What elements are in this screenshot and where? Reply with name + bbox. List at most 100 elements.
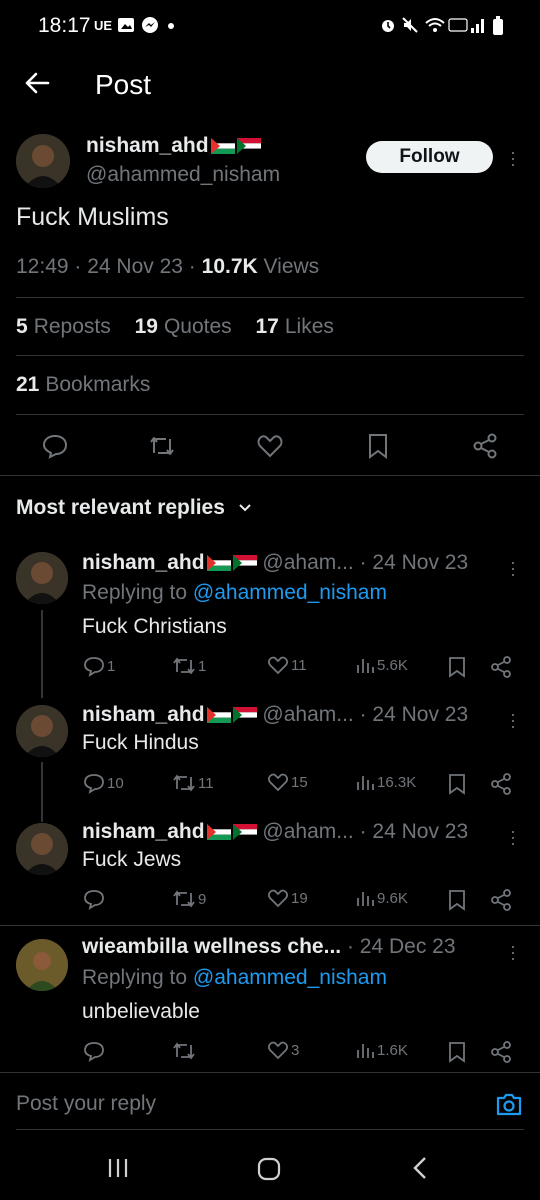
- quotes-stat[interactable]: 19 Quotes: [135, 315, 232, 338]
- share-icon[interactable]: [490, 773, 512, 795]
- back-arrow-icon[interactable]: [22, 68, 52, 98]
- divider: [16, 1129, 524, 1130]
- like-icon: [268, 889, 288, 908]
- replying-to-link[interactable]: @ahammed_nisham: [193, 966, 387, 989]
- more-options-icon[interactable]: · · ·: [508, 553, 518, 583]
- reply-icon: [84, 657, 104, 677]
- reply-header: nisham_ahd @aham... · 24 Nov 23: [82, 703, 469, 726]
- replying-to: Replying to @ahammed_nisham: [82, 966, 387, 989]
- reply-handle: @aham...: [262, 820, 354, 843]
- repost-icon[interactable]: [148, 433, 176, 459]
- like-icon: [268, 773, 288, 792]
- reply-text: unbelievable: [82, 1000, 200, 1023]
- status-bar: 18:17 UE: [0, 0, 540, 52]
- bookmark-icon[interactable]: [448, 656, 466, 678]
- reply-header: nisham_ahd @aham... · 24 Nov 23: [82, 551, 469, 574]
- page-title: Post: [95, 69, 152, 100]
- bookmark-icon[interactable]: [448, 1041, 466, 1063]
- reply-comment-action[interactable]: [83, 1040, 107, 1062]
- repost-icon: [173, 657, 195, 675]
- volte-icon: [448, 18, 468, 32]
- reply-comment-action[interactable]: 1: [83, 655, 115, 677]
- reply-repost-action[interactable]: [172, 1040, 198, 1062]
- share-icon[interactable]: [490, 1041, 512, 1063]
- status-time: 18:17: [38, 14, 91, 37]
- reply-views-action[interactable]: 5.6K: [355, 655, 408, 675]
- reposts-stat[interactable]: 5 Reposts: [16, 315, 111, 338]
- views-icon: [357, 1044, 374, 1058]
- reply-text: Fuck Hindus: [82, 731, 199, 754]
- more-options-icon[interactable]: · · ·: [508, 822, 518, 852]
- bookmark-icon[interactable]: [448, 889, 466, 911]
- reply-text: Fuck Christians: [82, 615, 227, 638]
- reply-views-action[interactable]: 1.6K: [355, 1040, 408, 1060]
- home-icon[interactable]: [257, 1157, 281, 1181]
- follow-button[interactable]: Follow: [366, 141, 493, 173]
- reply-author-name[interactable]: nisham_ahd: [82, 703, 205, 726]
- palestine-flag-icon: [206, 555, 231, 572]
- reply-header: nisham_ahd @aham... · 24 Nov 23: [82, 820, 469, 843]
- like-icon[interactable]: [257, 434, 283, 458]
- reply-author-name[interactable]: nisham_ahd: [82, 551, 205, 574]
- like-icon: [268, 656, 288, 675]
- avatar[interactable]: [16, 552, 68, 604]
- divider: [0, 1072, 540, 1073]
- post-date: 24 Nov 23: [87, 255, 183, 278]
- share-icon[interactable]: [472, 433, 498, 459]
- divider: [0, 475, 540, 476]
- reply-repost-action[interactable]: 9: [172, 888, 206, 910]
- repost-icon: [173, 774, 195, 792]
- avatar[interactable]: [16, 939, 68, 991]
- author-name-row[interactable]: nisham_ahd: [86, 134, 261, 158]
- chevron-down-icon: [239, 504, 251, 512]
- palestine-flag-icon: [210, 138, 235, 155]
- back-nav-icon[interactable]: [410, 1156, 430, 1180]
- reply-input[interactable]: Post your reply: [16, 1092, 156, 1116]
- views-icon: [357, 659, 374, 673]
- recent-apps-icon[interactable]: [107, 1157, 129, 1179]
- reply-icon[interactable]: [42, 433, 68, 459]
- author-handle[interactable]: @ahammed_nisham: [86, 163, 280, 187]
- reply-icon: [84, 1042, 104, 1062]
- views-icon: [357, 892, 374, 906]
- reply-comment-action[interactable]: 10: [83, 772, 124, 794]
- reply-date: 24 Nov 23: [372, 703, 469, 726]
- reply-repost-action[interactable]: 1: [172, 655, 206, 677]
- more-options-icon[interactable]: · · ·: [508, 937, 518, 967]
- bookmarks-stat[interactable]: 21 Bookmarks: [16, 373, 150, 397]
- bookmark-icon[interactable]: [448, 773, 466, 795]
- bookmark-icon[interactable]: [367, 433, 389, 459]
- replying-to: Replying to @ahammed_nisham: [82, 581, 387, 604]
- palestine-flag-icon: [206, 707, 231, 724]
- more-options-icon[interactable]: · · ·: [508, 705, 518, 735]
- reply-date: 24 Nov 23: [372, 820, 469, 843]
- reply-like-action[interactable]: 19: [267, 888, 308, 908]
- avatar[interactable]: [16, 134, 70, 188]
- likes-stat[interactable]: 17 Likes: [256, 315, 334, 338]
- reply-views-action[interactable]: 9.6K: [355, 888, 408, 908]
- palestine-flag-icon: [206, 824, 231, 841]
- reply-author-name[interactable]: wieambilla wellness che...: [82, 935, 341, 958]
- avatar[interactable]: [16, 705, 68, 757]
- replying-to-link[interactable]: @ahammed_nisham: [193, 581, 387, 604]
- views-label: Views: [263, 255, 320, 278]
- battery-icon: [493, 16, 503, 35]
- reply-like-action[interactable]: 3: [267, 1040, 299, 1060]
- reply-handle: @aham...: [262, 551, 354, 574]
- more-options-icon[interactable]: · · ·: [508, 143, 518, 173]
- share-icon[interactable]: [490, 889, 512, 911]
- reply-like-action[interactable]: 15: [267, 772, 308, 792]
- camera-icon[interactable]: [495, 1091, 523, 1117]
- author-name: nisham_ahd: [86, 134, 209, 157]
- reply-comment-action[interactable]: [83, 888, 107, 910]
- reply-views-action[interactable]: 16.3K: [355, 772, 416, 792]
- alarm-icon: [382, 20, 394, 32]
- share-icon[interactable]: [490, 656, 512, 678]
- replies-sort-label: Most relevant replies: [16, 496, 225, 519]
- app-bar: Post: [0, 56, 540, 114]
- avatar[interactable]: [16, 823, 68, 875]
- reply-repost-action[interactable]: 11: [172, 772, 214, 794]
- reply-like-action[interactable]: 11: [267, 655, 307, 675]
- reply-author-name[interactable]: nisham_ahd: [82, 820, 205, 843]
- replies-sort-dropdown[interactable]: Most relevant replies: [16, 496, 253, 520]
